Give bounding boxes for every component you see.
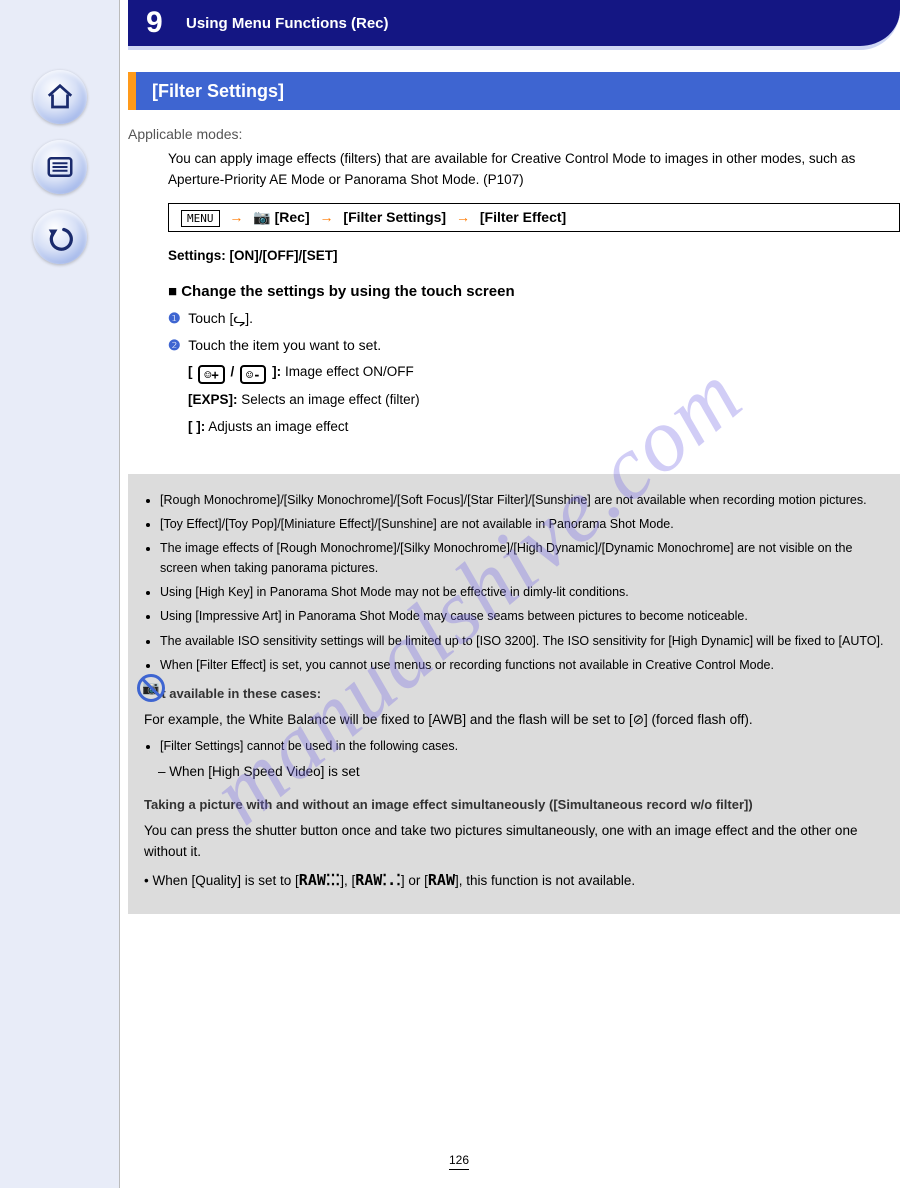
back-icon bbox=[45, 222, 75, 252]
raw-icon-3: RAW bbox=[428, 871, 455, 889]
page-number: 126 bbox=[449, 1153, 469, 1170]
menu-step2: [Filter Settings] bbox=[343, 209, 446, 225]
raw-line: • When [Quality] is set to [RAW⁚⁚⁚], [RA… bbox=[144, 869, 884, 892]
left-rail bbox=[0, 0, 120, 1188]
effect-on-icon: ☺+ bbox=[198, 365, 224, 384]
menu-root: MENU bbox=[181, 210, 220, 227]
option-row-2: [EXPS]: Selects an image effect (filter) bbox=[188, 390, 900, 411]
applicable-modes: Applicable modes: bbox=[128, 126, 900, 143]
hero-bar: 9 Using Menu Functions (Rec) bbox=[128, 0, 900, 50]
effect-off-icon: ☺- bbox=[240, 365, 266, 384]
step-1: ❶ Touch [ᖤ]. bbox=[168, 310, 900, 327]
raw-icon-2: RAW⁚.⁚ bbox=[355, 871, 401, 889]
settings-line: Settings: [ON]/[OFF]/[SET] bbox=[168, 248, 337, 263]
hero-title: Using Menu Functions (Rec) bbox=[186, 15, 389, 32]
note-li: [Toy Effect]/[Toy Pop]/[Miniature Effect… bbox=[160, 515, 884, 534]
option-row-1: [ ☺+ / ☺- ]: Image effect ON/OFF bbox=[188, 362, 900, 384]
note-li: Using [High Key] in Panorama Shot Mode m… bbox=[160, 583, 884, 602]
menu-icon bbox=[45, 152, 75, 182]
subhead-touch: ■ Change the settings by using the touch… bbox=[168, 283, 900, 300]
not-available-body: For example, the White Balance will be f… bbox=[144, 710, 884, 731]
note-li: Using [Impressive Art] in Panorama Shot … bbox=[160, 607, 884, 626]
not-available-icon: 📷 bbox=[137, 674, 165, 702]
back-button[interactable] bbox=[33, 210, 87, 264]
menu-button[interactable] bbox=[33, 140, 87, 194]
flash-off-icon: ⊘ bbox=[633, 712, 644, 727]
not-available-head: Not available in these cases: bbox=[144, 684, 884, 704]
arrow-icon: → bbox=[229, 209, 243, 225]
note-li: [Rough Monochrome]/[Silky Monochrome]/[S… bbox=[160, 491, 884, 510]
section-title: [Filter Settings] bbox=[128, 72, 900, 110]
intro-paragraph: You can apply image effects (filters) th… bbox=[168, 149, 900, 191]
notes-box: [Rough Monochrome]/[Silky Monochrome]/[S… bbox=[128, 474, 900, 915]
note-li: [Filter Settings] cannot be used in the … bbox=[160, 737, 884, 756]
menu-path-box: MENU → 📷 [Rec] → [Filter Settings] → [Fi… bbox=[168, 203, 900, 232]
home-icon bbox=[45, 82, 75, 112]
menu-step3: [Filter Effect] bbox=[480, 209, 566, 225]
arrow-icon: → bbox=[456, 209, 470, 225]
taking-body: You can press the shutter button once an… bbox=[144, 821, 884, 863]
home-button[interactable] bbox=[33, 70, 87, 124]
menu-step1: [Rec] bbox=[275, 209, 310, 225]
modes-label: Applicable modes: bbox=[128, 126, 242, 142]
note-li: The image effects of [Rough Monochrome]/… bbox=[160, 539, 884, 578]
note-li: The available ISO sensitivity settings w… bbox=[160, 632, 884, 651]
hero-number: 9 bbox=[146, 6, 172, 40]
arrow-icon: → bbox=[320, 209, 334, 225]
taking-head: Taking a picture with and without an ima… bbox=[144, 795, 884, 815]
raw-icon-1: RAW⁚⁚⁚ bbox=[299, 871, 340, 889]
filter-palette-icon: ᖤ bbox=[233, 310, 245, 326]
option-row-3: [ ]: Adjusts an image effect bbox=[188, 417, 900, 438]
sub-item: – When [High Speed Video] is set bbox=[158, 762, 884, 783]
step-2: ❷ Touch the item you want to set. bbox=[168, 337, 900, 354]
note-li: When [Filter Effect] is set, you cannot … bbox=[160, 656, 884, 675]
content: 9 Using Menu Functions (Rec) [Filter Set… bbox=[120, 0, 908, 1188]
